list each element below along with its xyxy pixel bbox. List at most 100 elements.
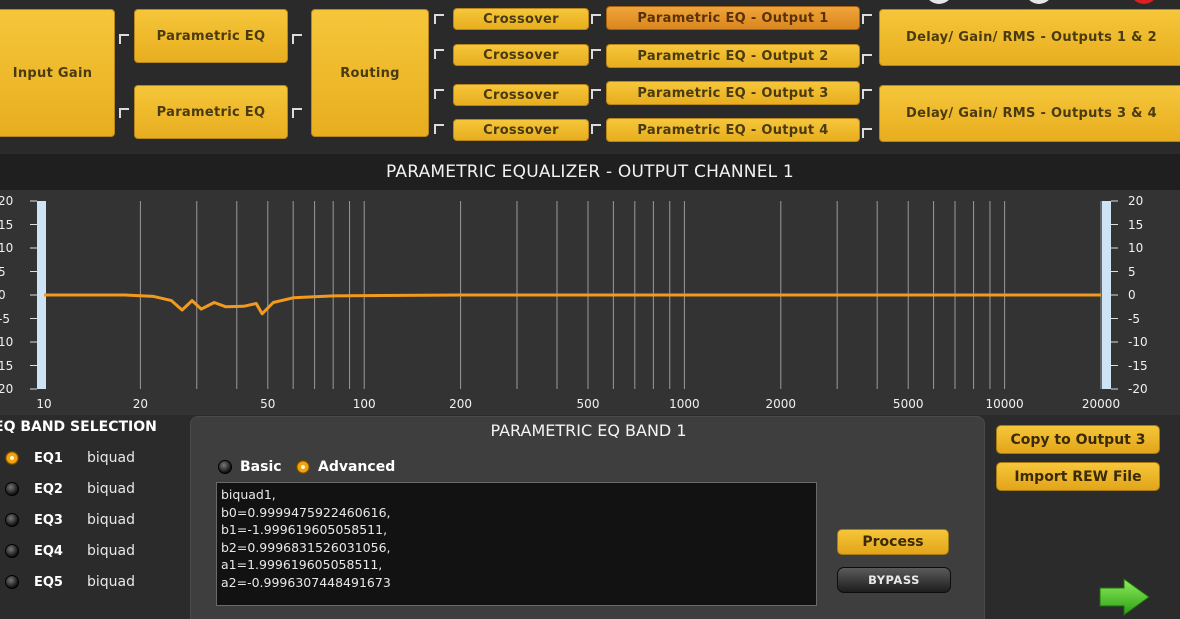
y-tick-label-right: -10 — [1128, 335, 1148, 349]
mode-basic-label: Basic — [240, 459, 282, 475]
connector — [862, 54, 872, 64]
band-row-eq4[interactable]: EQ4 biquad — [5, 540, 135, 562]
x-tick-label: 20 — [132, 397, 149, 411]
crossover-label: Crossover — [483, 11, 559, 27]
radio-basic[interactable] — [218, 460, 232, 474]
band-row-eq3[interactable]: EQ3 biquad — [5, 509, 135, 531]
x-tick-label: 20000 — [1081, 397, 1121, 411]
page-title: PARAMETRIC EQUALIZER - OUTPUT CHANNEL 1 — [0, 154, 1180, 190]
peq-output-label: Parametric EQ - Output 2 — [637, 48, 829, 64]
y-tick-label-right: -20 — [1128, 382, 1148, 396]
parametric-eq-block-2[interactable]: Parametric EQ — [134, 85, 288, 139]
band-radio[interactable] — [5, 451, 19, 465]
y-tick-label-left: -5 — [0, 311, 10, 326]
radio-advanced[interactable] — [296, 460, 310, 474]
band-type: biquad — [87, 574, 136, 590]
connector — [434, 89, 444, 99]
mode-advanced-label: Advanced — [318, 459, 396, 475]
connector — [862, 14, 872, 24]
y-tick-label-right: -5 — [1128, 311, 1140, 326]
peq-output-3-block[interactable]: Parametric EQ - Output 3 — [606, 81, 860, 105]
y-tick-label-right: 20 — [1128, 194, 1144, 208]
band-radio[interactable] — [5, 544, 19, 558]
y-tick-label-left: 5 — [0, 264, 6, 279]
crossover-block-1[interactable]: Crossover — [453, 8, 589, 30]
connector — [591, 49, 601, 59]
band-label: EQ2 — [34, 481, 63, 497]
coefficients-textarea[interactable]: biquad1, b0=0.9999475922460616, b1=-1.99… — [216, 482, 817, 606]
bypass-button[interactable]: BYPASS — [837, 567, 951, 593]
band-radio[interactable] — [5, 513, 19, 527]
input-gain-block[interactable]: Input Gain — [0, 9, 115, 137]
connector — [434, 49, 444, 59]
crossover-label: Crossover — [483, 47, 559, 63]
peq-output-label: Parametric EQ - Output 4 — [637, 122, 829, 138]
y-tick-label-left: 10 — [0, 335, 14, 349]
process-button[interactable]: Process — [837, 529, 949, 555]
connector — [591, 14, 601, 24]
copy-to-output-button[interactable]: Copy to Output 3 — [996, 425, 1160, 454]
band-type: biquad — [87, 481, 136, 497]
band-label: EQ1 — [34, 450, 63, 466]
panel-title: PARAMETRIC EQ BAND 1 — [490, 421, 687, 440]
y-tick-label-left: 0 — [0, 288, 6, 302]
x-tick-label: 1000 — [669, 397, 700, 411]
eq-band-selection-title: EQ BAND SELECTION — [0, 419, 157, 435]
connector — [119, 108, 129, 118]
peq-output-4-block[interactable]: Parametric EQ - Output 4 — [606, 118, 860, 142]
y-tick-label-left: 20 — [0, 382, 14, 396]
connector — [119, 34, 129, 44]
connector — [292, 34, 302, 44]
connector — [434, 124, 444, 134]
connector — [434, 14, 444, 24]
y-tick-label-left: 15 — [0, 358, 14, 373]
x-tick-label: 5000 — [892, 397, 924, 411]
import-rew-file-button[interactable]: Import REW File — [996, 462, 1160, 491]
connector — [862, 128, 872, 138]
y-tick-label-left: 10 — [0, 241, 14, 255]
x-tick-label: 10000 — [985, 397, 1024, 411]
connector — [591, 124, 601, 134]
delay-gain-rms-34-block[interactable]: Delay/ Gain/ RMS - Outputs 3 & 4 — [879, 85, 1180, 142]
band-radio[interactable] — [5, 575, 19, 589]
y-tick-label-right: 10 — [1128, 241, 1144, 255]
y-tick-label-left: 15 — [0, 217, 14, 232]
knob-icon — [1025, 0, 1053, 4]
peq-output-2-block[interactable]: Parametric EQ - Output 2 — [606, 44, 860, 68]
x-tick-label: 200 — [449, 397, 473, 411]
band-type: biquad — [87, 512, 136, 528]
input-gain-label: Input Gain — [12, 65, 93, 81]
right-scale-bar — [1102, 201, 1111, 389]
y-tick-label-right: 15 — [1128, 217, 1144, 232]
peq-output-1-block[interactable]: Parametric EQ - Output 1 — [606, 6, 860, 30]
y-tick-label-right: -15 — [1128, 358, 1148, 373]
peq-label: Parametric EQ — [156, 28, 266, 44]
crossover-label: Crossover — [483, 122, 559, 138]
connector — [591, 89, 601, 99]
power-icon — [1130, 0, 1158, 4]
band-row-eq1[interactable]: EQ1 biquad — [5, 447, 135, 469]
band-row-eq2[interactable]: EQ2 biquad — [5, 478, 135, 500]
peq-output-label: Parametric EQ - Output 1 — [637, 10, 829, 26]
band-type: biquad — [87, 543, 136, 559]
delay-gain-rms-12-block[interactable]: Delay/ Gain/ RMS - Outputs 1 & 2 — [879, 9, 1180, 66]
mode-basic[interactable]: Basic — [218, 459, 282, 475]
band-row-eq5[interactable]: EQ5 biquad — [5, 571, 135, 593]
delay-label: Delay/ Gain/ RMS - Outputs 1 & 2 — [905, 30, 1157, 45]
delay-label: Delay/ Gain/ RMS - Outputs 3 & 4 — [905, 106, 1157, 121]
band-radio[interactable] — [5, 482, 19, 496]
parametric-eq-block-1[interactable]: Parametric EQ — [134, 9, 288, 63]
x-tick-label: 50 — [260, 397, 276, 411]
routing-block[interactable]: Routing — [311, 9, 429, 137]
dsp-app: Input Gain Parametric EQ Parametric EQ R… — [0, 0, 1180, 619]
crossover-block-3[interactable]: Crossover — [453, 84, 589, 106]
x-tick-label: 2000 — [765, 397, 797, 411]
mode-advanced[interactable]: Advanced — [296, 459, 395, 475]
eq-response-graph — [30, 200, 1118, 390]
connector — [862, 89, 872, 99]
crossover-block-4[interactable]: Crossover — [453, 119, 589, 141]
green-right-arrow-icon[interactable] — [1097, 577, 1153, 617]
band-label: EQ3 — [34, 512, 63, 528]
crossover-block-2[interactable]: Crossover — [453, 44, 589, 66]
crossover-label: Crossover — [483, 87, 559, 103]
